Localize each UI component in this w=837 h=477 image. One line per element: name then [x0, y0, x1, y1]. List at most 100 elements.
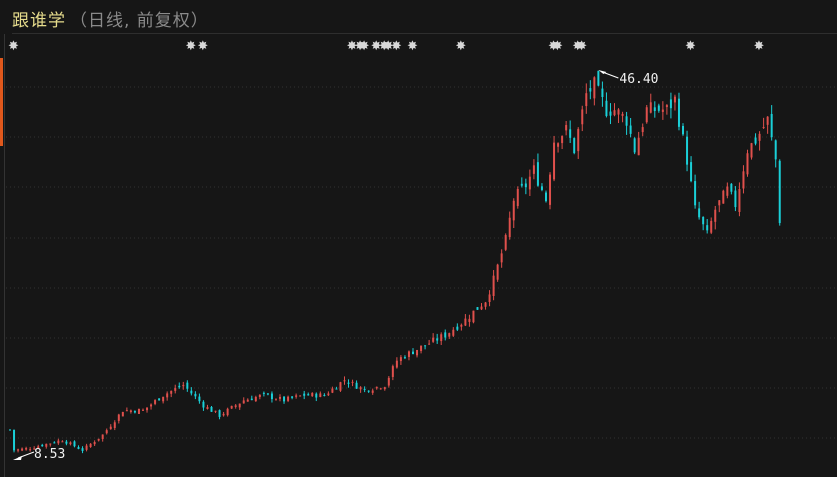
candle-down — [540, 186, 543, 190]
candle-up — [516, 188, 519, 207]
candle-down — [262, 392, 265, 394]
candle-down — [536, 162, 539, 186]
candle-down — [303, 393, 306, 396]
candle-down — [690, 162, 693, 182]
candle-down — [774, 140, 777, 160]
candle-up — [319, 393, 322, 398]
candle-down — [706, 225, 709, 231]
candle-down — [363, 388, 366, 390]
candle-down — [520, 183, 523, 186]
candle-down — [605, 100, 608, 117]
candle-up — [383, 387, 386, 390]
event-marker-icon: ✸ — [754, 39, 765, 54]
candle-down — [730, 183, 733, 192]
candle-up — [238, 403, 241, 408]
candle-up — [254, 396, 257, 402]
candle-up — [166, 393, 169, 398]
candle-up — [150, 404, 153, 407]
candle-up — [553, 142, 556, 180]
candle-up — [738, 189, 741, 212]
candle-up — [637, 137, 640, 156]
candle-down — [544, 192, 547, 202]
candle-down — [367, 390, 370, 392]
candle-up — [432, 337, 435, 342]
candlestick-plot[interactable]: ✸ ✸ ✸ ✸✸✸ ✸✸✸✸ ✸ ✸ ✸✸ ✸✸ ✸ ✸46.408.53 — [0, 0, 837, 477]
candle-down — [456, 326, 459, 330]
candle-up — [279, 396, 282, 399]
candle-up — [746, 153, 749, 175]
candle-up — [500, 253, 503, 263]
candle-up — [379, 388, 382, 390]
candle-up — [762, 127, 765, 129]
candle-down — [190, 390, 193, 394]
candle-up — [85, 445, 88, 450]
candle-down — [194, 393, 197, 397]
candle-up — [673, 96, 676, 103]
candle-up — [581, 109, 584, 125]
candle-up — [182, 384, 185, 387]
candle-up — [109, 426, 112, 430]
candle-up — [512, 200, 515, 221]
candle-up — [399, 357, 402, 362]
max-price-label: 46.40 — [619, 72, 658, 87]
candle-up — [617, 109, 620, 115]
candle-up — [234, 405, 237, 407]
event-marker-icon: ✸ — [576, 39, 587, 54]
candle-up — [508, 217, 511, 238]
candle-up — [557, 143, 560, 147]
candle-down — [323, 394, 326, 396]
candle-down — [476, 307, 479, 310]
candle-up — [750, 143, 753, 158]
candle-up — [97, 438, 100, 441]
candle-up — [170, 390, 173, 394]
candle-down — [424, 345, 427, 347]
candle-down — [198, 396, 201, 402]
candle-down — [601, 88, 604, 97]
candle-down — [629, 125, 632, 134]
candle-up — [29, 449, 32, 451]
candle-up — [174, 388, 177, 391]
candle-up — [69, 442, 72, 445]
candle-down — [686, 136, 689, 165]
candle-down — [597, 70, 600, 86]
candle-down — [218, 410, 221, 417]
candle-up — [452, 329, 455, 336]
candle-down — [702, 216, 705, 225]
candle-down — [609, 111, 612, 116]
candle-up — [331, 388, 334, 393]
candle-up — [274, 399, 277, 401]
candle-down — [669, 99, 672, 109]
candle-up — [242, 400, 245, 404]
candle-down — [73, 441, 76, 447]
candle-up — [710, 220, 713, 233]
candle-up — [222, 413, 225, 416]
candle-up — [17, 449, 20, 451]
min-arrow-line — [17, 451, 35, 459]
candle-down — [250, 398, 253, 401]
kline-chart: 跟谁学 （日线, 前复权） ✸ ✸ ✸ ✸ ✸ ✸ ✸ ✸ ✸ ✸ ✸ ✸ ✸ ✸ ✸ ✸ ✸ ✸ 46.40 8.53 — [0, 0, 837, 477]
event-marker-icon: ✸ — [391, 39, 402, 54]
candle-up — [714, 209, 717, 222]
candle-up — [327, 393, 330, 396]
candle-up — [613, 110, 616, 116]
candle-down — [403, 357, 406, 359]
event-marker-icon: ✸ — [185, 39, 196, 54]
candle-down — [315, 393, 318, 398]
candle-down — [694, 181, 697, 206]
candle-down — [734, 190, 737, 208]
candle-up — [125, 410, 128, 412]
candle-up — [577, 129, 580, 152]
candle-up — [137, 408, 140, 414]
candle-down — [412, 351, 414, 355]
event-marker-icon: ✸ — [197, 39, 208, 54]
candle-up — [49, 443, 52, 445]
candle-up — [359, 387, 362, 390]
candle-up — [464, 318, 467, 326]
candle-up — [665, 105, 668, 108]
candle-down — [589, 88, 592, 92]
candle-up — [496, 264, 499, 280]
candle-up — [375, 386, 378, 389]
candle-up — [440, 334, 443, 342]
candle-down — [133, 411, 136, 413]
candle-up — [661, 109, 664, 112]
